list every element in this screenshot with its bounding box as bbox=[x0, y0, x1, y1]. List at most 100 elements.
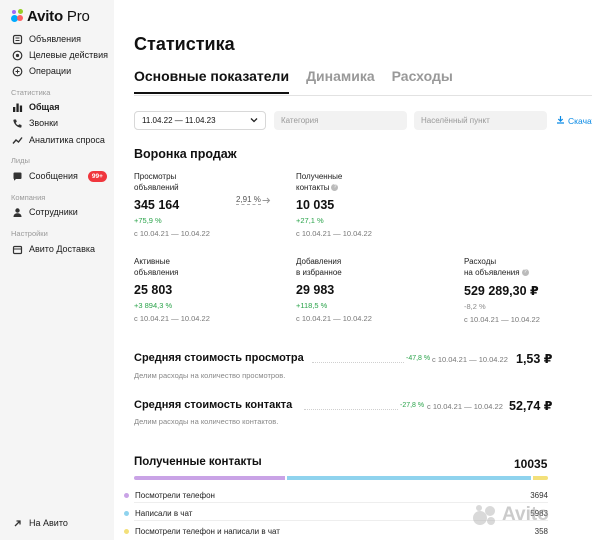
metric-change: -8,2 % bbox=[464, 302, 486, 311]
contacts-stacked-bar bbox=[134, 476, 548, 480]
legend-dot bbox=[124, 492, 129, 498]
conversion-rate: 2,91 % bbox=[236, 195, 271, 205]
metric-label-line: Просмотры bbox=[134, 172, 177, 181]
sidebar-item-general[interactable]: Общая bbox=[11, 100, 60, 114]
sidebar-item-label: Авито Доставка bbox=[29, 244, 95, 254]
sidebar-section-leads: Лиды bbox=[11, 156, 30, 165]
metric-label-line: Расходы bbox=[464, 257, 497, 266]
metric-period: с 10.04.21 — 10.04.22 bbox=[134, 229, 210, 238]
exit-icon bbox=[11, 517, 23, 529]
legend-value: 3694 bbox=[530, 490, 548, 500]
metric-period: с 10.04.21 — 10.04.22 bbox=[296, 314, 372, 323]
cost-per-view-period: с 10.04.21 — 10.04.22 bbox=[432, 355, 508, 364]
contacts-bar-segment bbox=[286, 476, 532, 480]
divider bbox=[134, 502, 548, 503]
tab-dynamics[interactable]: Динамика bbox=[306, 68, 375, 94]
contacts-bar-segment bbox=[134, 476, 285, 480]
metric-period: с 10.04.21 — 10.04.22 bbox=[134, 314, 210, 323]
metric-label-line: в избранное bbox=[296, 268, 342, 277]
brand-suffix: Pro bbox=[66, 7, 90, 25]
cost-per-contact-value: 52,74 ₽ bbox=[509, 399, 553, 413]
chat-icon bbox=[11, 170, 23, 182]
sidebar-section-settings: Настройки bbox=[11, 229, 48, 238]
category-placeholder: Категория bbox=[281, 116, 319, 125]
legend-label: Посмотрели телефон bbox=[135, 490, 215, 500]
metric-label-line: на объявления bbox=[464, 268, 520, 277]
main-content: Статистика Основные показатели Динамика … bbox=[114, 0, 592, 540]
date-range-select[interactable]: 11.04.22 — 11.04.23 bbox=[134, 111, 266, 130]
metric-value: 10 035 bbox=[296, 198, 335, 212]
tab-expenses[interactable]: Расходы bbox=[392, 68, 453, 94]
metric-label: Просмотры объявлений bbox=[134, 171, 284, 193]
city-select[interactable]: Населённый пункт bbox=[414, 111, 547, 130]
box-icon bbox=[11, 243, 23, 255]
user-icon bbox=[11, 206, 23, 218]
metric-label: Активные объявления bbox=[134, 256, 284, 278]
cost-per-contact-period: с 10.04.21 — 10.04.22 bbox=[427, 402, 503, 411]
dotted-leader bbox=[312, 362, 404, 363]
conversion-value: 2,91 % bbox=[236, 195, 261, 205]
check-circle-icon bbox=[11, 49, 23, 61]
funnel-title: Воронка продаж bbox=[134, 147, 237, 161]
info-icon[interactable]: ? bbox=[331, 184, 339, 192]
divider bbox=[134, 520, 548, 521]
metric-contacts: Полученные контакты? 10 035 +27,1 % с 10.… bbox=[296, 171, 446, 238]
download-button[interactable]: Скачать bbox=[556, 115, 592, 126]
sidebar-item-delivery[interactable]: Авито Доставка bbox=[11, 242, 95, 256]
sidebar-item-label: Аналитика спроса bbox=[29, 135, 105, 145]
metric-value: 25 803 bbox=[134, 283, 173, 297]
sidebar-item-employees[interactable]: Сотрудники bbox=[11, 205, 78, 219]
brand-name: Avito bbox=[27, 7, 63, 25]
avito-pro-logo[interactable]: Avito Pro bbox=[11, 7, 90, 25]
legend-value: 5983 bbox=[530, 508, 548, 518]
tab-main-indicators[interactable]: Основные показатели bbox=[134, 68, 290, 94]
cost-per-view-subtitle: Делим расходы на количество просмотров. bbox=[134, 371, 286, 380]
legend-row: Написали в чат 5983 bbox=[124, 507, 548, 519]
sidebar-item-label: Сообщения bbox=[29, 171, 78, 181]
back-to-avito-link[interactable]: На Авито bbox=[11, 516, 68, 530]
sidebar-item-ads[interactable]: Объявления bbox=[11, 32, 81, 46]
info-icon[interactable]: ? bbox=[521, 269, 529, 277]
metric-label-line: Активные bbox=[134, 257, 170, 266]
metric-label: Полученные контакты? bbox=[296, 171, 446, 193]
legend-dot bbox=[124, 510, 129, 516]
arrow-right-icon bbox=[262, 197, 271, 203]
sidebar-section-company: Компания bbox=[11, 193, 46, 202]
legend-dot bbox=[124, 528, 129, 534]
sidebar-item-label: Общая bbox=[29, 102, 60, 112]
metric-label: Добавления в избранное bbox=[296, 256, 446, 278]
cost-per-view-title: Средняя стоимость просмотра bbox=[134, 352, 304, 364]
dotted-leader bbox=[304, 409, 398, 410]
avito-logo-icon bbox=[11, 9, 25, 23]
category-select[interactable]: Категория bbox=[274, 111, 407, 130]
cost-per-contact-title: Средняя стоимость контакта bbox=[134, 399, 293, 411]
metric-label-line: Полученные bbox=[296, 172, 343, 181]
document-icon bbox=[11, 33, 23, 45]
download-label: Скачать bbox=[568, 115, 592, 126]
sidebar-item-calls[interactable]: Звонки bbox=[11, 116, 58, 130]
metric-favorites: Добавления в избранное 29 983 +118,5 % с … bbox=[296, 256, 446, 323]
metric-change: +27,1 % bbox=[296, 216, 324, 225]
metric-expenses: Расходы на объявления? 529 289,30 ₽ -8,2 … bbox=[464, 256, 592, 324]
sidebar-section-stats: Статистика bbox=[11, 88, 51, 97]
metric-label-line: контакты bbox=[296, 183, 330, 192]
sidebar-item-operations[interactable]: Операции bbox=[11, 64, 71, 78]
legend-label: Написали в чат bbox=[135, 508, 193, 518]
contacts-bar-segment bbox=[533, 476, 548, 480]
metric-period: с 10.04.21 — 10.04.22 bbox=[296, 229, 372, 238]
cost-per-view-value: 1,53 ₽ bbox=[516, 352, 553, 366]
tabs-divider bbox=[134, 95, 592, 96]
metric-period: с 10.04.21 — 10.04.22 bbox=[464, 315, 540, 324]
metric-label: Расходы на объявления? bbox=[464, 256, 592, 278]
sidebar-item-label: Сотрудники bbox=[29, 207, 78, 217]
sidebar-item-demand-analytics[interactable]: Аналитика спроса bbox=[11, 133, 105, 147]
sidebar-item-messages[interactable]: Сообщения 99+ bbox=[11, 169, 107, 183]
legend-label: Посмотрели телефон и написали в чат bbox=[135, 526, 280, 536]
sidebar-item-label: Операции bbox=[29, 66, 72, 76]
metric-label-line: объявления bbox=[134, 268, 179, 277]
metric-change: +118,5 % bbox=[296, 301, 328, 310]
metric-value: 29 983 bbox=[296, 283, 335, 297]
sidebar-item-label: На Авито bbox=[29, 518, 68, 528]
sidebar-item-target-actions[interactable]: Целевые действия bbox=[11, 48, 108, 62]
metric-change: +3 894,3 % bbox=[134, 301, 173, 310]
